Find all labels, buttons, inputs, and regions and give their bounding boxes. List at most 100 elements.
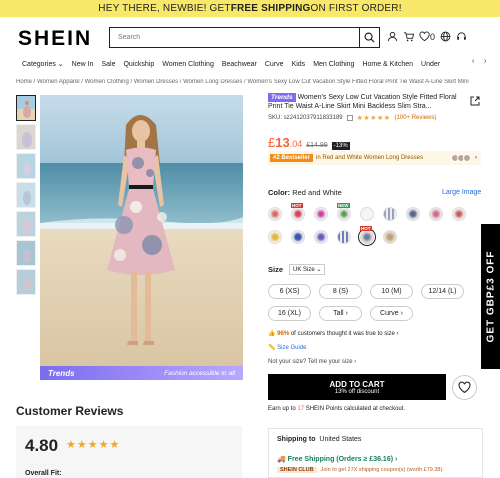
current-price: £13.04	[268, 135, 303, 150]
bestseller-text: in Red and White Women Long Dresses	[316, 155, 423, 161]
nav-men-clothing[interactable]: Men Clothing	[309, 61, 358, 68]
heart-icon	[458, 381, 471, 394]
search-icon	[364, 32, 375, 43]
product-stars: ★★★★★	[356, 115, 391, 122]
discount-badge: -13%	[331, 142, 350, 150]
thumbnail[interactable]	[16, 182, 36, 208]
nav-beachwear[interactable]: Beachwear	[218, 61, 261, 68]
size-option-curve[interactable]: Curve ›	[370, 306, 413, 321]
color-swatch[interactable]: HOT	[291, 203, 305, 221]
thumbnail[interactable]	[16, 124, 36, 150]
add-to-cart-label: ADD TO CART	[329, 379, 385, 389]
nav-quickship[interactable]: Quickship	[119, 61, 158, 68]
size-label: Size UK Size ⌄	[268, 264, 326, 275]
thumbnail[interactable]	[16, 211, 36, 237]
shipping-destination[interactable]: Shipping to United States	[277, 436, 474, 443]
search-button[interactable]	[359, 28, 379, 47]
header-icons: 0	[387, 31, 467, 42]
color-swatch[interactable]	[406, 207, 420, 221]
shein-club-offer[interactable]: SHEIN CLUB Join to get 27X shipping coup…	[277, 467, 474, 473]
promo-text-1: HEY THERE, NEWBIE! GET	[98, 3, 231, 14]
cart-icon[interactable]	[403, 31, 414, 42]
wishlist-button[interactable]: 0	[419, 31, 435, 42]
discount-side-banner[interactable]: GET GBP£3 OFF	[481, 224, 500, 369]
product-faces	[451, 154, 471, 162]
large-image-link[interactable]: Large Image	[442, 189, 481, 196]
color-swatch[interactable]	[383, 230, 397, 244]
add-to-wishlist-button[interactable]	[452, 375, 477, 400]
shein-logo[interactable]: SHEIN	[18, 27, 92, 51]
nav-kids[interactable]: Kids	[288, 61, 310, 68]
size-option[interactable]: 12/14 (L)	[421, 284, 464, 299]
original-price: £14.99	[306, 142, 328, 149]
ruler-icon: 📏	[268, 345, 276, 351]
color-swatch[interactable]	[383, 207, 397, 221]
color-swatches: HOT NEW HOT	[268, 203, 478, 253]
free-shipping-info: 🚚 Free Shipping (Orders ≥ £36.16) ›	[277, 456, 398, 463]
nav-prev-icon[interactable]: ‹	[472, 58, 474, 65]
breadcrumb[interactable]: Home / Women Apparel / Women Clothing / …	[16, 79, 486, 85]
nav-home-kitchen[interactable]: Home & Kitchen	[358, 61, 417, 68]
color-swatch-selected[interactable]: HOT	[358, 226, 376, 246]
review-count-link[interactable]: (100+ Reviews)	[395, 115, 437, 121]
user-icon[interactable]	[387, 31, 398, 42]
thumbnail[interactable]	[16, 240, 36, 266]
heart-icon	[419, 31, 430, 42]
nav-women-clothing[interactable]: Women Clothing	[158, 61, 218, 68]
nav-categories[interactable]: Categories ⌄	[0, 60, 68, 68]
support-icon[interactable]	[456, 31, 467, 42]
color-swatch[interactable]	[268, 230, 282, 244]
color-swatch[interactable]: NEW	[337, 203, 351, 221]
color-swatch[interactable]	[360, 207, 374, 221]
size-guide-link[interactable]: 📏 Size Guide	[268, 344, 307, 351]
color-swatch[interactable]	[452, 207, 466, 221]
size-system-select[interactable]: UK Size ⌄	[289, 264, 326, 275]
bestseller-badge: #2 Bestseller	[270, 154, 314, 162]
thumbnail[interactable]	[16, 153, 36, 179]
bestseller-banner[interactable]: #2 Bestseller in Red and White Women Lon…	[268, 151, 481, 165]
thumbnail[interactable]	[16, 269, 36, 295]
color-swatch[interactable]	[314, 207, 328, 221]
color-swatch[interactable]	[268, 207, 282, 221]
nav-sale[interactable]: Sale	[97, 61, 119, 68]
color-swatch[interactable]	[291, 230, 305, 244]
size-option[interactable]: 8 (S)	[319, 284, 362, 299]
copy-icon[interactable]	[346, 115, 353, 121]
trends-tag: Trends	[268, 93, 296, 102]
truck-icon: 🚚	[277, 456, 286, 463]
size-option[interactable]: 16 (XL)	[268, 306, 311, 321]
nav-curve[interactable]: Curve	[261, 61, 288, 68]
search-input[interactable]	[110, 28, 359, 47]
product-title: Trends Women's Sexy Low Cut Vacation Styl…	[268, 93, 468, 111]
tell-size-link[interactable]: Not your size? Tell me your size ›	[268, 359, 356, 365]
search-bar	[109, 27, 380, 48]
customer-reviews-title: Customer Reviews	[16, 404, 124, 418]
product-main-image[interactable]: Trends Fashion accessible to all	[40, 95, 243, 380]
promo-text-2: ON FIRST ORDER!	[310, 3, 402, 14]
thumbs-up-icon: 👍	[268, 331, 276, 337]
promo-banner[interactable]: HEY THERE, NEWBIE! GET FREE SHIPPING ON …	[0, 0, 500, 17]
globe-icon[interactable]	[440, 31, 451, 42]
add-to-cart-button[interactable]: ADD TO CART 13% off discount	[268, 374, 446, 400]
color-swatch[interactable]	[429, 207, 443, 221]
chevron-right-icon: ›	[475, 155, 477, 161]
size-option[interactable]: 10 (M)	[370, 284, 413, 299]
trends-banner: Trends Fashion accessible to all	[40, 366, 243, 380]
category-nav: Categories ⌄ New In Sale Quickship Women…	[0, 57, 500, 71]
nav-next-icon[interactable]: ›	[484, 58, 486, 65]
color-label: Color: Red and White	[268, 188, 342, 197]
overall-fit-label: Overall Fit:	[25, 470, 62, 477]
price-row: £13.04 £14.99 -13%	[268, 135, 350, 150]
wishlist-count: 0	[430, 31, 436, 42]
color-swatch[interactable]	[337, 230, 351, 244]
size-option[interactable]: 6 (XS)	[268, 284, 311, 299]
thumbnail-list	[16, 95, 37, 298]
size-option-tall[interactable]: Tall ›	[319, 306, 362, 321]
share-button[interactable]	[470, 96, 480, 108]
true-to-size-info[interactable]: 👍 96% of customers thought it was true t…	[268, 330, 399, 337]
thumbnail[interactable]	[16, 95, 36, 121]
shein-club-badge: SHEIN CLUB	[277, 467, 317, 473]
nav-new-in[interactable]: New In	[68, 61, 98, 68]
color-swatch[interactable]	[314, 230, 328, 244]
nav-under[interactable]: Under	[417, 61, 444, 68]
